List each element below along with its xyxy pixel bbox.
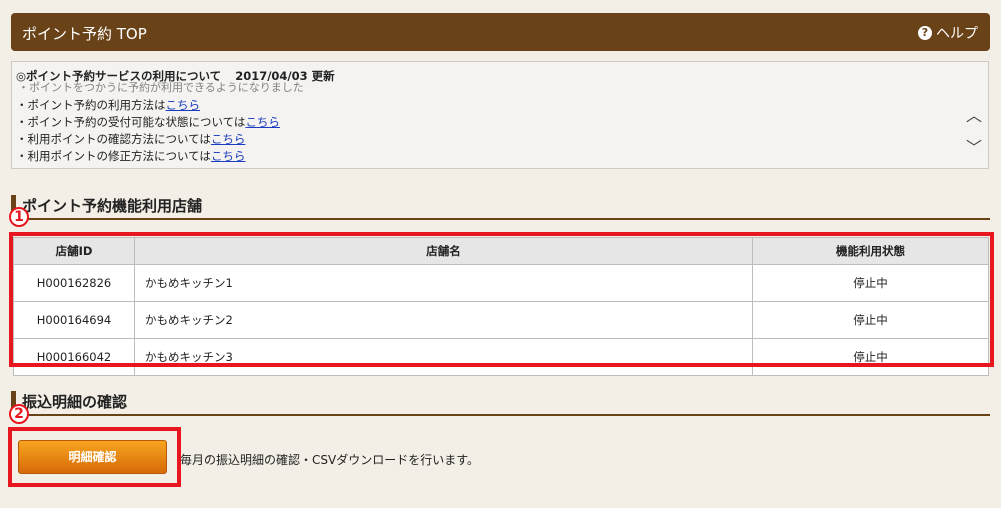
section-title-stores: ポイント予約機能利用店舗	[11, 194, 990, 220]
notice-item: ・利用ポイントの確認方法についてはこちら	[16, 131, 280, 148]
notice-scroller: ︿ ﹀	[966, 100, 982, 164]
notice-link[interactable]: こちら	[211, 149, 246, 163]
highlight-box-stores	[9, 232, 994, 367]
annotation-marker-2: 2	[9, 404, 29, 424]
notice-list: ・ポイント予約の利用方法はこちら ・ポイント予約の受付可能な状態についてはこちら…	[16, 97, 280, 165]
page-header: ポイント予約 TOP ? ヘルプ	[11, 13, 990, 51]
notice-item: ・利用ポイントの修正方法についてはこちら	[16, 148, 280, 165]
section-title-statement: 振込明細の確認	[11, 390, 990, 416]
notice-cutoff-line: ・ポイントをつかうに予約が利用できるようになりました	[18, 81, 304, 94]
notice-item-text: ・ポイント予約の利用方法は	[16, 98, 166, 112]
notice-link[interactable]: こちら	[166, 98, 201, 112]
chevron-down-icon[interactable]: ﹀	[966, 132, 982, 164]
notice-link[interactable]: こちら	[245, 115, 280, 129]
notice-item: ・ポイント予約の受付可能な状態についてはこちら	[16, 114, 280, 131]
chevron-up-icon[interactable]: ︿	[966, 100, 982, 132]
highlight-box-button	[8, 427, 181, 487]
section-title-text: 振込明細の確認	[22, 393, 128, 411]
page-title: ポイント予約 TOP	[22, 25, 147, 43]
notice-item-text: ・利用ポイントの修正方法については	[16, 149, 211, 163]
notice-item-text: ・利用ポイントの確認方法については	[16, 132, 211, 146]
help-icon: ?	[918, 26, 932, 40]
statement-description: 毎月の振込明細の確認・CSVダウンロードを行います。	[180, 453, 480, 467]
notice-link[interactable]: こちら	[211, 132, 246, 146]
notice-item-text: ・ポイント予約の受付可能な状態については	[16, 115, 246, 129]
help-label: ヘルプ	[936, 26, 978, 42]
help-link[interactable]: ? ヘルプ	[918, 23, 978, 43]
notice-item: ・ポイント予約の利用方法はこちら	[16, 97, 280, 114]
annotation-marker-1: 1	[9, 207, 29, 227]
section-title-text: ポイント予約機能利用店舗	[22, 197, 203, 215]
notice-panel[interactable]: ◎ポイント予約サービスの利用について 2017/04/03 更新 ・ポイントをつか…	[11, 61, 989, 169]
